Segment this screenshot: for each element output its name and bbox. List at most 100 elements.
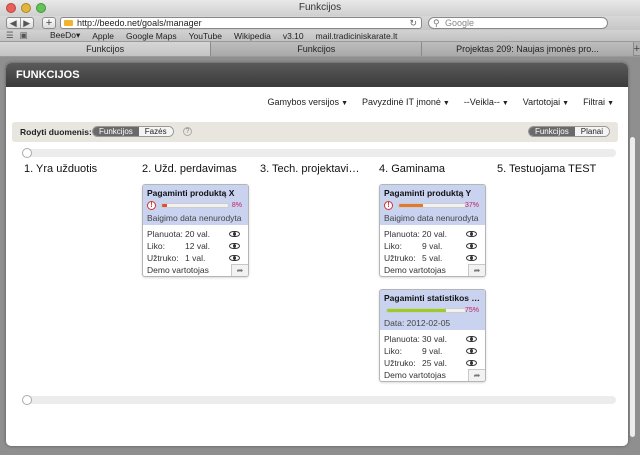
bookmarks-bar: ☰ ▣ BeeDo▾ Apple Google Maps YouTube Wik… <box>0 30 640 42</box>
progress-bar <box>386 308 466 313</box>
caret-down-icon: ▼ <box>442 100 450 107</box>
progress-bar <box>398 203 466 208</box>
data-type-toggle[interactable]: Funkcijos Fazės <box>92 126 174 137</box>
caret-down-icon: ▼ <box>607 100 614 107</box>
menu-release-versions[interactable]: Gamybos versijos ▼ <box>268 97 348 107</box>
progress-label: 37% <box>464 202 479 209</box>
address-bar[interactable]: http://beedo.net/goals/manager ↻ <box>60 17 422 29</box>
forward-arrow-icon[interactable]: ➦ <box>468 264 485 276</box>
search-icon: ⚲ <box>433 18 440 28</box>
bookmark-item[interactable]: v3.10 <box>283 31 304 41</box>
window-titlebar: Funkcijos <box>0 0 640 16</box>
vertical-scrollbar[interactable] <box>630 137 635 437</box>
bookmarks-book-icon[interactable]: ▣ <box>20 30 28 41</box>
panel-title: FUNKCIJOS <box>6 63 628 87</box>
forward-icon[interactable]: ▶ <box>19 18 34 28</box>
caret-down-icon: ▼ <box>562 100 570 107</box>
planned-row: Planuota: 20 val. <box>147 228 244 240</box>
eye-icon[interactable] <box>466 231 477 237</box>
card-title[interactable]: Pagaminti produktą Y <box>384 188 481 198</box>
due-date: Baigimo data nenurodyta <box>147 213 242 223</box>
column-title: 2. Užd. perdavimas <box>142 163 237 175</box>
window-controls[interactable] <box>6 3 46 13</box>
card-title[interactable]: Pagaminti produktą X <box>147 188 244 198</box>
caret-down-icon: ▼ <box>341 100 348 107</box>
toggle-functions[interactable]: Funkcijos <box>93 127 139 136</box>
browser-tab[interactable]: Funkcijos <box>0 42 212 56</box>
new-tab-button[interactable]: + <box>634 42 640 55</box>
search-field[interactable]: ⚲ Google <box>428 17 608 29</box>
progress-label: 75% <box>464 307 479 314</box>
view-functions[interactable]: Funkcijos <box>528 127 575 136</box>
browser-toolbar: ◀ ▶ + http://beedo.net/goals/manager ↻ ⚲… <box>0 16 640 30</box>
bookmark-item[interactable]: BeeDo▾ <box>50 30 80 41</box>
functions-panel: FUNKCIJOS Gamybos versijos ▼ Pavyzdinė IT… <box>6 63 628 446</box>
due-date: Baigimo data nenurodyta <box>384 213 479 223</box>
site-favicon-icon <box>64 20 73 26</box>
menu-company[interactable]: Pavyzdinė IT įmonė ▼ <box>362 97 450 107</box>
progress-fill <box>387 309 446 312</box>
column-title: 3. Tech. projektavimas <box>260 163 368 175</box>
bookmark-item[interactable]: Google Maps <box>126 31 177 41</box>
horizontal-scrollbar-bottom[interactable] <box>22 395 616 405</box>
eye-icon[interactable] <box>229 243 240 249</box>
zoom-window-button[interactable] <box>36 3 46 13</box>
page-content: FUNKCIJOS Gamybos versijos ▼ Pavyzdinė IT… <box>0 57 640 455</box>
history-nav[interactable]: ◀ ▶ <box>6 17 34 29</box>
forward-arrow-icon[interactable]: ➦ <box>231 264 248 276</box>
reading-list-icon[interactable]: ☰ <box>6 30 14 41</box>
forward-arrow-icon[interactable]: ➦ <box>468 369 485 381</box>
menu-activity[interactable]: --Veikla-- ▼ <box>464 97 509 107</box>
card-title[interactable]: Pagaminti statistikos m... <box>384 293 481 303</box>
eye-icon[interactable] <box>229 231 240 237</box>
progress-bar <box>161 203 229 208</box>
horizontal-scrollbar-top[interactable] <box>22 148 616 158</box>
browser-tabs: Funkcijos Funkcijos Projektas 209: Nauja… <box>0 42 640 56</box>
menu-users[interactable]: Vartotojai ▼ <box>523 97 569 107</box>
url-text: http://beedo.net/goals/manager <box>77 18 202 28</box>
browser-tab[interactable]: Funkcijos <box>211 42 423 56</box>
due-date: Data: 2012-02-05 <box>384 318 451 328</box>
add-bookmark-button[interactable]: + <box>42 17 56 29</box>
menu-filters[interactable]: Filtrai ▼ <box>583 97 614 107</box>
top-menu: Gamybos versijos ▼ Pavyzdinė IT įmonė ▼ --… <box>268 97 614 107</box>
help-icon[interactable]: ? <box>183 127 192 136</box>
eye-icon[interactable] <box>466 255 477 261</box>
view-plans[interactable]: Planai <box>574 127 609 136</box>
task-card[interactable]: Pagaminti produktą Y ! 37% Baigimo data … <box>379 184 486 277</box>
scroll-handle[interactable] <box>22 395 32 405</box>
bookmark-item[interactable]: Wikipedia <box>234 31 271 41</box>
left-row: Liko: 12 val. <box>147 240 244 252</box>
card-owner: Demo vartotojas <box>384 370 446 380</box>
close-window-button[interactable] <box>6 3 16 13</box>
planned-row: Planuota: 20 val. <box>384 228 481 240</box>
scroll-handle[interactable] <box>22 148 32 158</box>
eye-icon[interactable] <box>466 360 477 366</box>
progress-row: 75% <box>384 307 481 315</box>
took-row: Užtruko: 1 val. <box>147 252 244 264</box>
eye-icon[interactable] <box>229 255 240 261</box>
progress-fill <box>162 204 168 207</box>
toggle-phases[interactable]: Fazės <box>138 127 173 136</box>
progress-fill <box>399 204 424 207</box>
eye-icon[interactable] <box>466 336 477 342</box>
bookmark-item[interactable]: YouTube <box>189 31 222 41</box>
reload-icon[interactable]: ↻ <box>409 18 417 28</box>
browser-tab[interactable]: Projektas 209: Naujas įmonės pro... <box>422 42 634 56</box>
back-icon[interactable]: ◀ <box>7 18 20 28</box>
task-card[interactable]: Pagaminti statistikos m... 75% Data: 201… <box>379 289 486 382</box>
took-row: Užtruko: 25 val. <box>384 357 481 369</box>
bookmark-item[interactable]: Apple <box>92 31 114 41</box>
took-row: Užtruko: 5 val. <box>384 252 481 264</box>
eye-icon[interactable] <box>466 243 477 249</box>
task-card[interactable]: Pagaminti produktą X ! 8% Baigimo data n… <box>142 184 249 277</box>
data-filter-bar: Rodyti duomenis: Funkcijos Fazės ? Funkc… <box>12 122 618 142</box>
kanban-board: 1. Yra užduotis 2. Užd. perdavimas 3. Te… <box>12 143 618 411</box>
progress-label: 8% <box>231 202 242 209</box>
warning-icon: ! <box>384 201 393 210</box>
bookmark-item[interactable]: mail.tradiciniskarate.lt <box>316 31 398 41</box>
planned-row: Planuota: 30 val. <box>384 333 481 345</box>
view-toggle[interactable]: Funkcijos Planai <box>527 126 610 137</box>
eye-icon[interactable] <box>466 348 477 354</box>
minimize-window-button[interactable] <box>21 3 31 13</box>
